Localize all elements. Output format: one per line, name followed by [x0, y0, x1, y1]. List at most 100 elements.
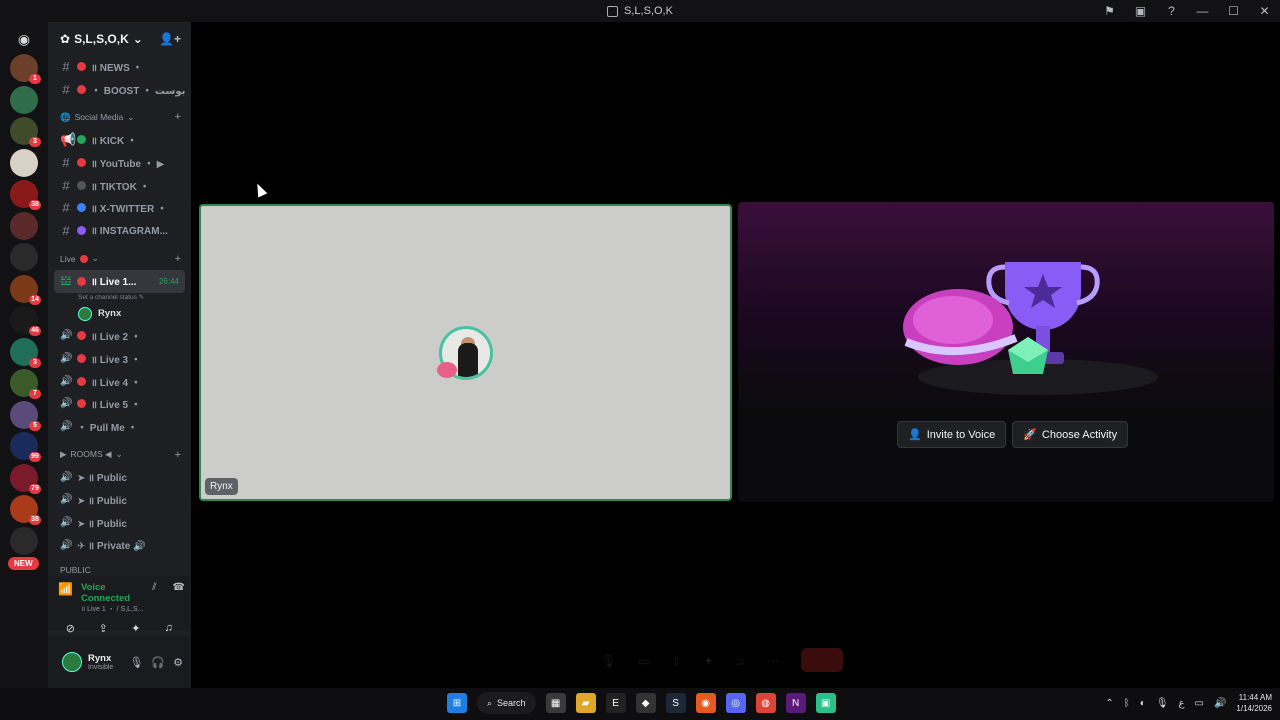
disconnect-icon[interactable]: ☎	[173, 582, 185, 593]
next-app-icon[interactable]: N	[785, 693, 806, 713]
voice-channel[interactable]: 🔊 ॥ Live 5 ・	[48, 393, 191, 416]
category-rooms[interactable]: ▶ ROOMS ◀ ⌄ +	[48, 444, 191, 466]
voice-channel[interactable]: 🔊 ॥ Live 3 ・	[48, 347, 191, 370]
avatar[interactable]	[62, 652, 82, 672]
voice-channel[interactable]: 🔊 ॥ Live 2 ・	[48, 325, 191, 348]
task-view-icon[interactable]: ▦	[545, 693, 566, 713]
help-icon[interactable]: ?	[1156, 4, 1187, 18]
microphone-icon[interactable]: 🎙	[601, 654, 616, 672]
add-channel-icon[interactable]: +	[175, 449, 181, 461]
leave-call-button[interactable]	[800, 648, 843, 672]
taskbar-search[interactable]: ⌕ Search	[477, 692, 536, 714]
server-icon[interactable]: 5	[10, 400, 41, 431]
unity-icon[interactable]: ◆	[635, 693, 656, 713]
user-name[interactable]: Rynx	[88, 653, 113, 664]
chrome-icon[interactable]: ◍	[755, 693, 776, 713]
server-icon[interactable]: 46	[10, 306, 41, 336]
server-icon[interactable]: 7	[10, 369, 41, 399]
invite-label: Invite to Voice	[926, 428, 996, 441]
chevron-up-icon[interactable]: ⌃	[1105, 698, 1113, 709]
text-channel[interactable]: # ॥ INSTAGRAM...	[48, 219, 191, 242]
app-tray-icon[interactable]: ◐	[1140, 698, 1146, 709]
steam-icon[interactable]: S	[665, 693, 686, 713]
microphone-tray-icon[interactable]: 🎙	[1156, 698, 1169, 709]
voice-channel[interactable]: 🔊 ➤ ॥ Public	[48, 489, 191, 512]
server-icon[interactable]	[10, 243, 38, 271]
clock[interactable]: 11:44 AM 1/14/2026	[1236, 692, 1272, 714]
category-live[interactable]: Live ⌄ +	[48, 248, 191, 270]
server-icon[interactable]: 99	[10, 432, 41, 462]
discord-home-icon[interactable]: ◉	[10, 28, 38, 50]
server-icon[interactable]: 38	[10, 180, 41, 210]
channel-status-hint[interactable]: Set a channel status ✎	[48, 293, 191, 303]
chevron-down-icon: ⌄	[91, 253, 99, 264]
text-channel[interactable]: 📢 ॥ KICK ・	[48, 128, 191, 151]
invite-to-voice-button[interactable]: 👤 Invite to Voice	[897, 421, 1007, 448]
windows-start-icon[interactable]: ⊞	[447, 693, 467, 713]
voice-location[interactable]: ॥ Live 1 ・ / S,L,S...	[81, 604, 144, 614]
server-icon[interactable]: 1	[10, 54, 41, 84]
screen-share-icon[interactable]: ⇪	[672, 654, 682, 672]
voice-channel[interactable]: 🔊 ॥ Live 4 ・	[48, 370, 191, 393]
server-icon[interactable]	[10, 148, 38, 177]
discord-icon[interactable]: ◎	[725, 693, 746, 713]
noise-suppression-icon[interactable]: ⫽	[152, 582, 156, 593]
voice-status[interactable]: Voice Connected	[81, 582, 144, 604]
voice-channel-live-1[interactable]: 𝍋 ॥ Live 1... 26:44	[54, 269, 185, 293]
server-icon[interactable]	[10, 526, 38, 555]
text-channel[interactable]: # ॥ YouTube ・ ▶	[48, 151, 191, 174]
minimize-button[interactable]: —	[1187, 4, 1218, 18]
voice-channel[interactable]: 🔊 ➤ ॥ Public	[48, 466, 191, 489]
voice-channel[interactable]: 🔊 ・ Pull Me ・	[48, 415, 191, 438]
camera-icon[interactable]: ▭	[638, 654, 649, 672]
user-status: Invisible	[88, 664, 114, 671]
text-channel[interactable]: # ॥ TIKTOK ・	[48, 174, 191, 197]
app-icon[interactable]: ▣	[815, 693, 836, 713]
activities-icon[interactable]: ✦	[704, 654, 714, 672]
voice-member-rynx[interactable]: Rynx	[48, 303, 191, 325]
text-channel[interactable]: # ॥ NEWS ・	[48, 55, 191, 78]
headphones-icon[interactable]: 🎧	[151, 656, 165, 669]
guild-header[interactable]: ✿ S,L,S,O,K ⌄ 👤+	[48, 22, 191, 55]
volume-icon[interactable]: 🔊	[1214, 698, 1226, 709]
server-icon[interactable]: 3	[10, 117, 41, 147]
screen-icon[interactable]: ▣	[1125, 4, 1156, 18]
add-channel-icon[interactable]: +	[175, 111, 181, 123]
signal-icon[interactable]: 📶	[58, 582, 73, 596]
server-icon[interactable]: 3	[10, 337, 41, 368]
close-button[interactable]: ✕	[1249, 4, 1280, 18]
titlebar-controls: ⚑ ▣ ? — ☐ ✕	[1094, 0, 1280, 22]
gear-icon[interactable]: ⚙	[173, 656, 183, 669]
bluetooth-icon[interactable]: ᛒ	[1124, 698, 1130, 709]
server-icon[interactable]	[10, 211, 38, 240]
server-icon[interactable]: 38	[10, 495, 41, 525]
file-explorer-icon[interactable]: ▰	[575, 693, 596, 713]
speaker-icon: 🔊	[60, 421, 73, 433]
participant-tile[interactable]: Rynx	[199, 204, 732, 501]
add-channel-icon[interactable]: +	[175, 253, 181, 265]
speaker-icon: 🔊	[60, 494, 73, 506]
soundboard-icon[interactable]: ♫	[736, 654, 745, 672]
status-hint-text: Set a channel status	[78, 293, 137, 301]
channel-dot-icon	[77, 180, 86, 190]
inbox-icon[interactable]: ⚑	[1094, 4, 1125, 18]
invite-people-icon[interactable]: 👤+	[159, 32, 181, 46]
epic-games-icon[interactable]: E	[605, 693, 626, 713]
voice-channel[interactable]: 🔊 ✈ ॥ Private 🔊	[48, 534, 191, 557]
server-icon[interactable]	[10, 85, 38, 114]
firefox-icon[interactable]: ◉	[695, 693, 716, 713]
server-icon[interactable]: 79	[10, 463, 41, 494]
voice-channel[interactable]: 🔊 ➤ ॥ Public	[48, 511, 191, 534]
display-icon[interactable]: ▭	[1195, 698, 1204, 709]
clock-date: 1/14/2026	[1236, 704, 1272, 713]
text-channel[interactable]: # ॥ X-TWITTER ・	[48, 196, 191, 219]
language-icon[interactable]: ع	[1179, 698, 1185, 709]
choose-activity-button[interactable]: 🚀 Choose Activity	[1012, 421, 1129, 448]
more-icon[interactable]: ⋯	[767, 654, 779, 672]
server-icon[interactable]: 14	[10, 274, 41, 305]
category-social-media[interactable]: 🌐 Social Media ⌄ +	[48, 106, 191, 128]
text-channel[interactable]: # ・ BOOST ・ بوست	[48, 78, 191, 101]
maximize-button[interactable]: ☐	[1218, 4, 1249, 18]
category-label: Live	[60, 253, 76, 264]
microphone-icon[interactable]: 🎙	[129, 656, 143, 669]
